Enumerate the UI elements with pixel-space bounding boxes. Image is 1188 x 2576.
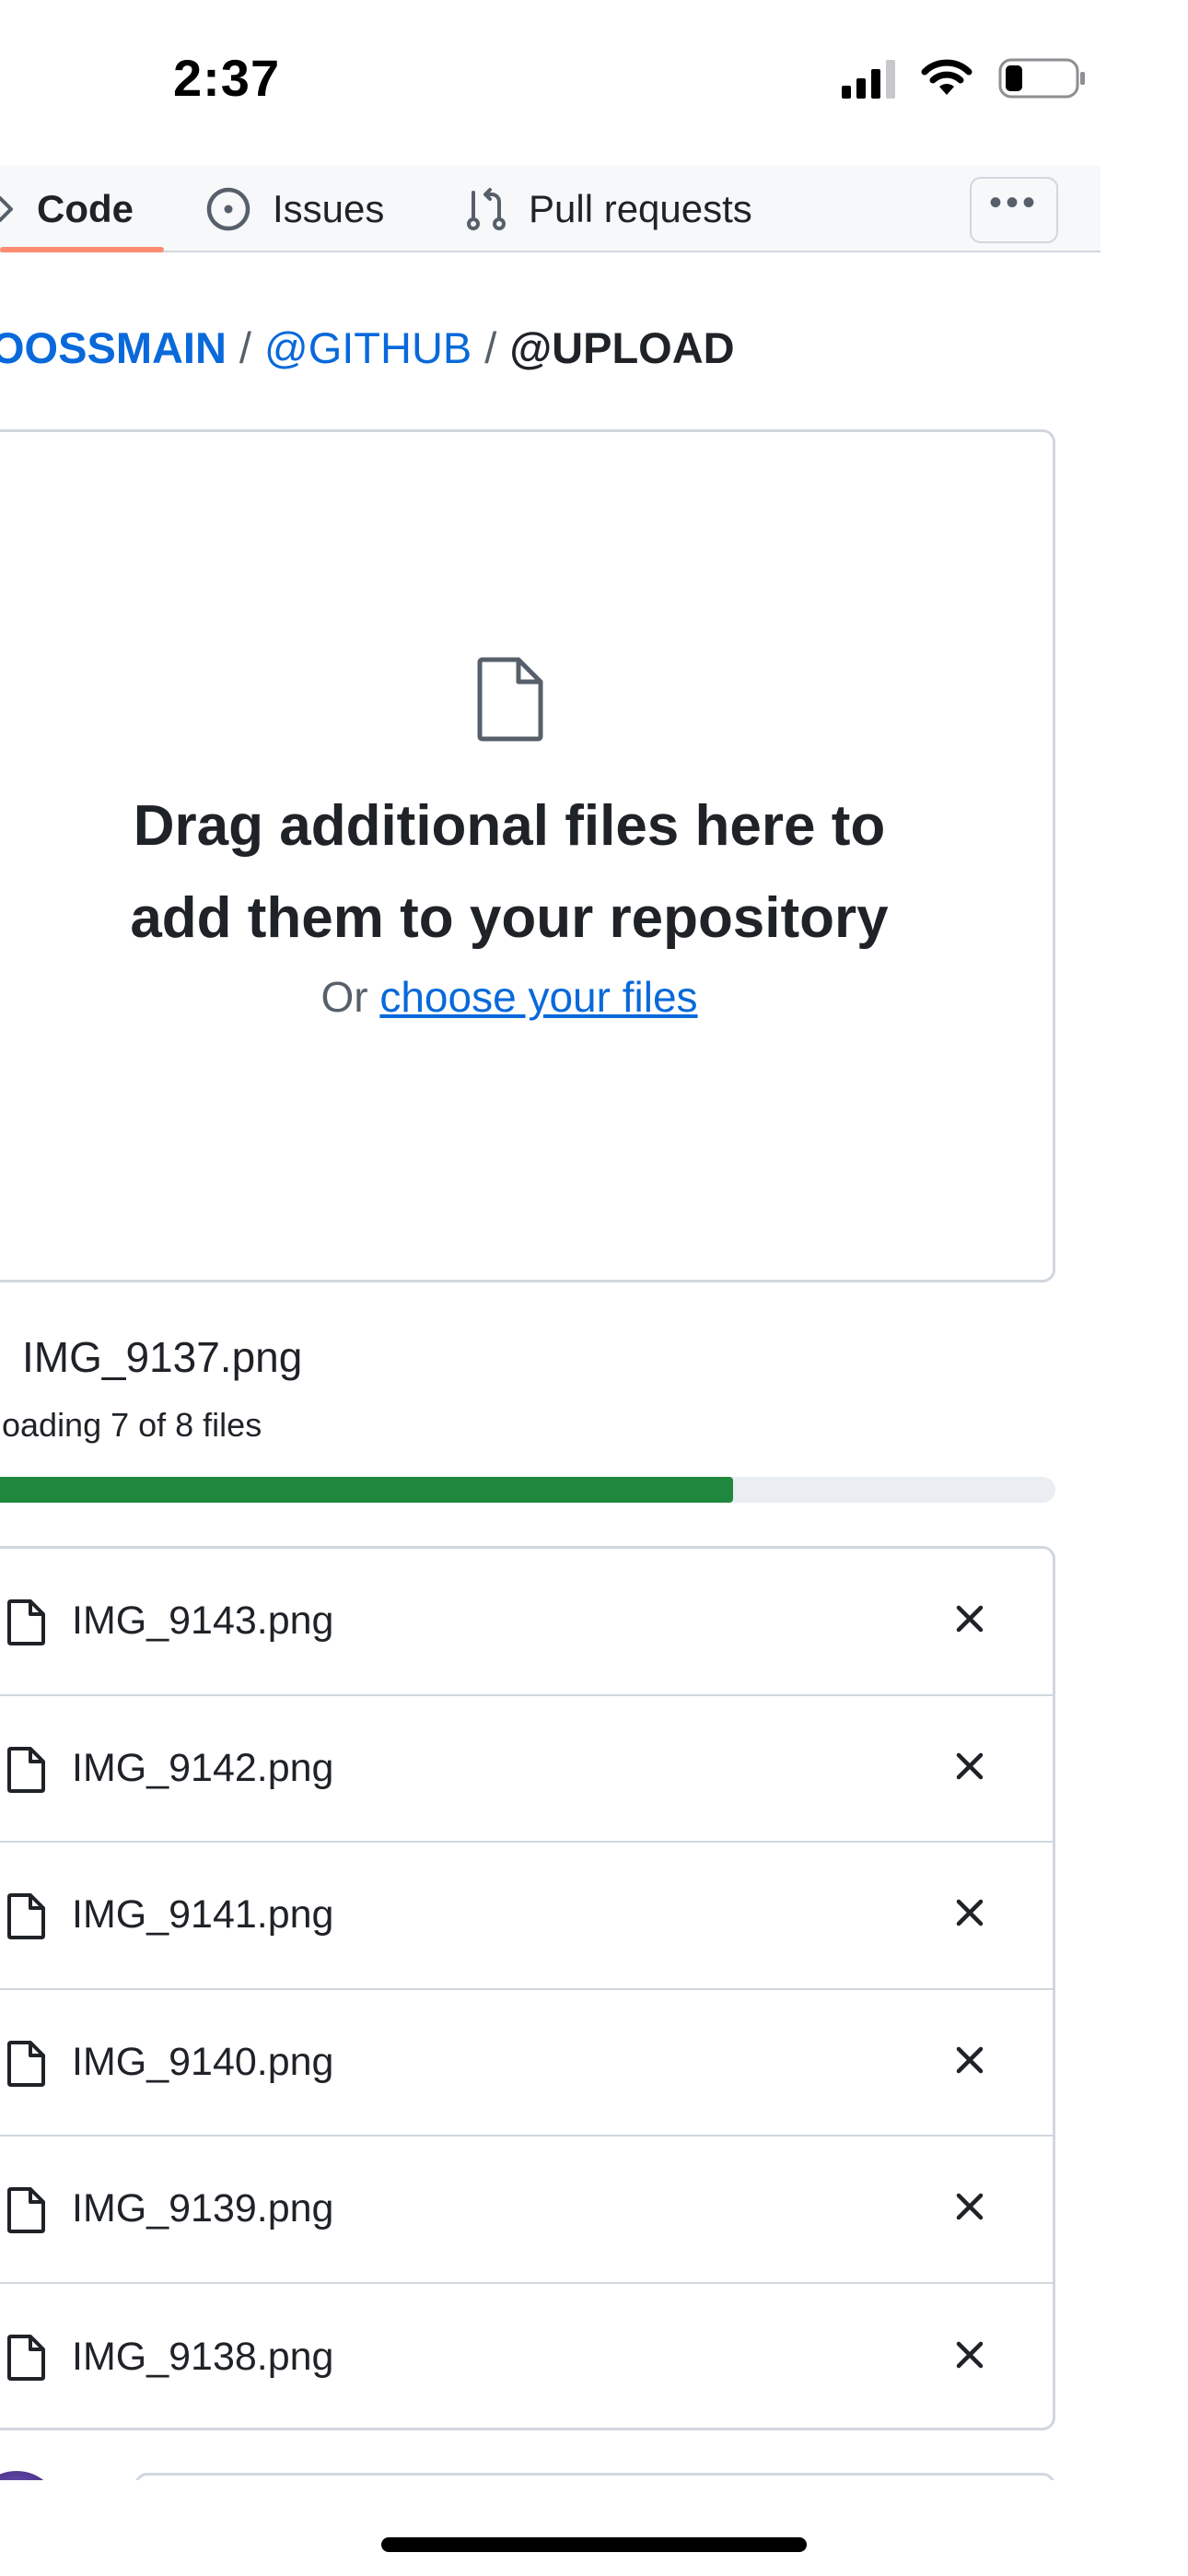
tab-pull-requests[interactable]: Pull requests <box>464 166 752 252</box>
status-icons <box>842 57 1087 100</box>
breadcrumb-current: @UPLOAD <box>509 323 735 372</box>
drop-zone-title-line: Drag additional files here to <box>133 794 886 858</box>
git-pull-request-icon <box>467 188 506 230</box>
code-chevron-icon <box>0 196 13 222</box>
remove-file-button[interactable] <box>942 2182 997 2237</box>
file-list-row: IMG_9142.png <box>0 1696 1053 1843</box>
file-list-row: IMG_9140.png <box>0 1990 1053 2137</box>
file-list-row: IMG_9138.png <box>0 2284 1053 2429</box>
file-name: IMG_9138.png <box>72 2334 334 2379</box>
tab-issues[interactable]: Issues <box>204 166 384 252</box>
tab-code[interactable]: Code <box>0 166 134 252</box>
file-icon <box>5 2186 47 2239</box>
remove-file-button[interactable] <box>942 1888 997 1943</box>
home-indicator[interactable] <box>381 2537 807 2552</box>
repo-nav: Code Issues Pull requests ••• <box>0 166 1101 252</box>
file-icon <box>477 657 543 742</box>
status-time: 2:37 <box>173 49 281 107</box>
battery-icon <box>998 58 1085 99</box>
file-list-row: IMG_9143.png <box>0 1549 1053 1696</box>
upload-status-text: loading 7 of 8 files <box>0 1406 262 1444</box>
close-icon <box>955 1898 984 1932</box>
choose-files-link[interactable]: choose your files <box>379 973 697 1021</box>
file-list-row: IMG_9141.png <box>0 1843 1053 1990</box>
upload-progress-bar <box>0 1477 1055 1503</box>
file-list-row: IMG_9139.png <box>0 2137 1053 2284</box>
file-drop-zone[interactable]: Drag additional files here to add them t… <box>0 429 1055 1282</box>
close-icon <box>955 1751 984 1786</box>
drop-zone-title: Drag additional files here to add them t… <box>0 780 1034 965</box>
close-icon <box>955 2192 984 2226</box>
breadcrumb-separator: / <box>239 323 251 372</box>
remove-file-button[interactable] <box>942 2034 997 2090</box>
uploaded-file-list: IMG_9143.png IMG_9142.png IMG_9141.png IMG_… <box>0 1546 1055 2430</box>
file-icon <box>5 2040 47 2092</box>
breadcrumb: OOSSMAIN / @GITHUB / @UPLOAD <box>0 322 735 373</box>
upload-page: 2:37 Code Issues Pull requests ••• OOSSM… <box>0 0 1188 2576</box>
drop-zone-subtitle: Or choose your files <box>0 972 1034 1022</box>
file-name: IMG_9139.png <box>72 2186 334 2231</box>
selected-tab-underline <box>0 247 164 252</box>
or-text: Or <box>320 973 368 1021</box>
file-name: IMG_9142.png <box>72 1745 334 1790</box>
file-name: IMG_9143.png <box>72 1598 334 1644</box>
breadcrumb-separator: / <box>484 323 497 372</box>
uploading-file-name: IMG_9137.png <box>22 1333 303 1381</box>
tab-pull-requests-label: Pull requests <box>529 187 752 230</box>
bottom-safe-area <box>0 2480 1188 2576</box>
remove-file-button[interactable] <box>942 2329 997 2384</box>
close-icon <box>955 2045 984 2079</box>
file-icon <box>5 1598 47 1651</box>
tab-code-label: Code <box>37 187 134 230</box>
issue-circle-icon <box>206 187 250 231</box>
drop-zone-title-line: add them to your repository <box>130 886 889 950</box>
breadcrumb-owner-link[interactable]: OOSSMAIN <box>0 322 227 373</box>
file-icon <box>5 1746 47 1798</box>
remove-file-button[interactable] <box>942 1594 997 1649</box>
file-icon <box>5 2334 47 2386</box>
more-options-button[interactable]: ••• <box>970 177 1058 243</box>
breadcrumb-repo-link[interactable]: @GITHUB <box>264 322 472 373</box>
close-icon <box>955 2340 984 2374</box>
remove-file-button[interactable] <box>942 1740 997 1796</box>
upload-progress-fill <box>0 1477 734 1503</box>
ellipsis-icon: ••• <box>988 181 1039 223</box>
file-icon <box>5 1892 47 1945</box>
tab-issues-label: Issues <box>273 187 385 230</box>
status-bar: 2:37 <box>0 0 1188 166</box>
cellular-signal-icon <box>842 58 895 99</box>
wifi-icon <box>921 59 973 95</box>
file-name: IMG_9140.png <box>72 2039 334 2084</box>
file-name: IMG_9141.png <box>72 1892 334 1938</box>
close-icon <box>955 1604 984 1638</box>
